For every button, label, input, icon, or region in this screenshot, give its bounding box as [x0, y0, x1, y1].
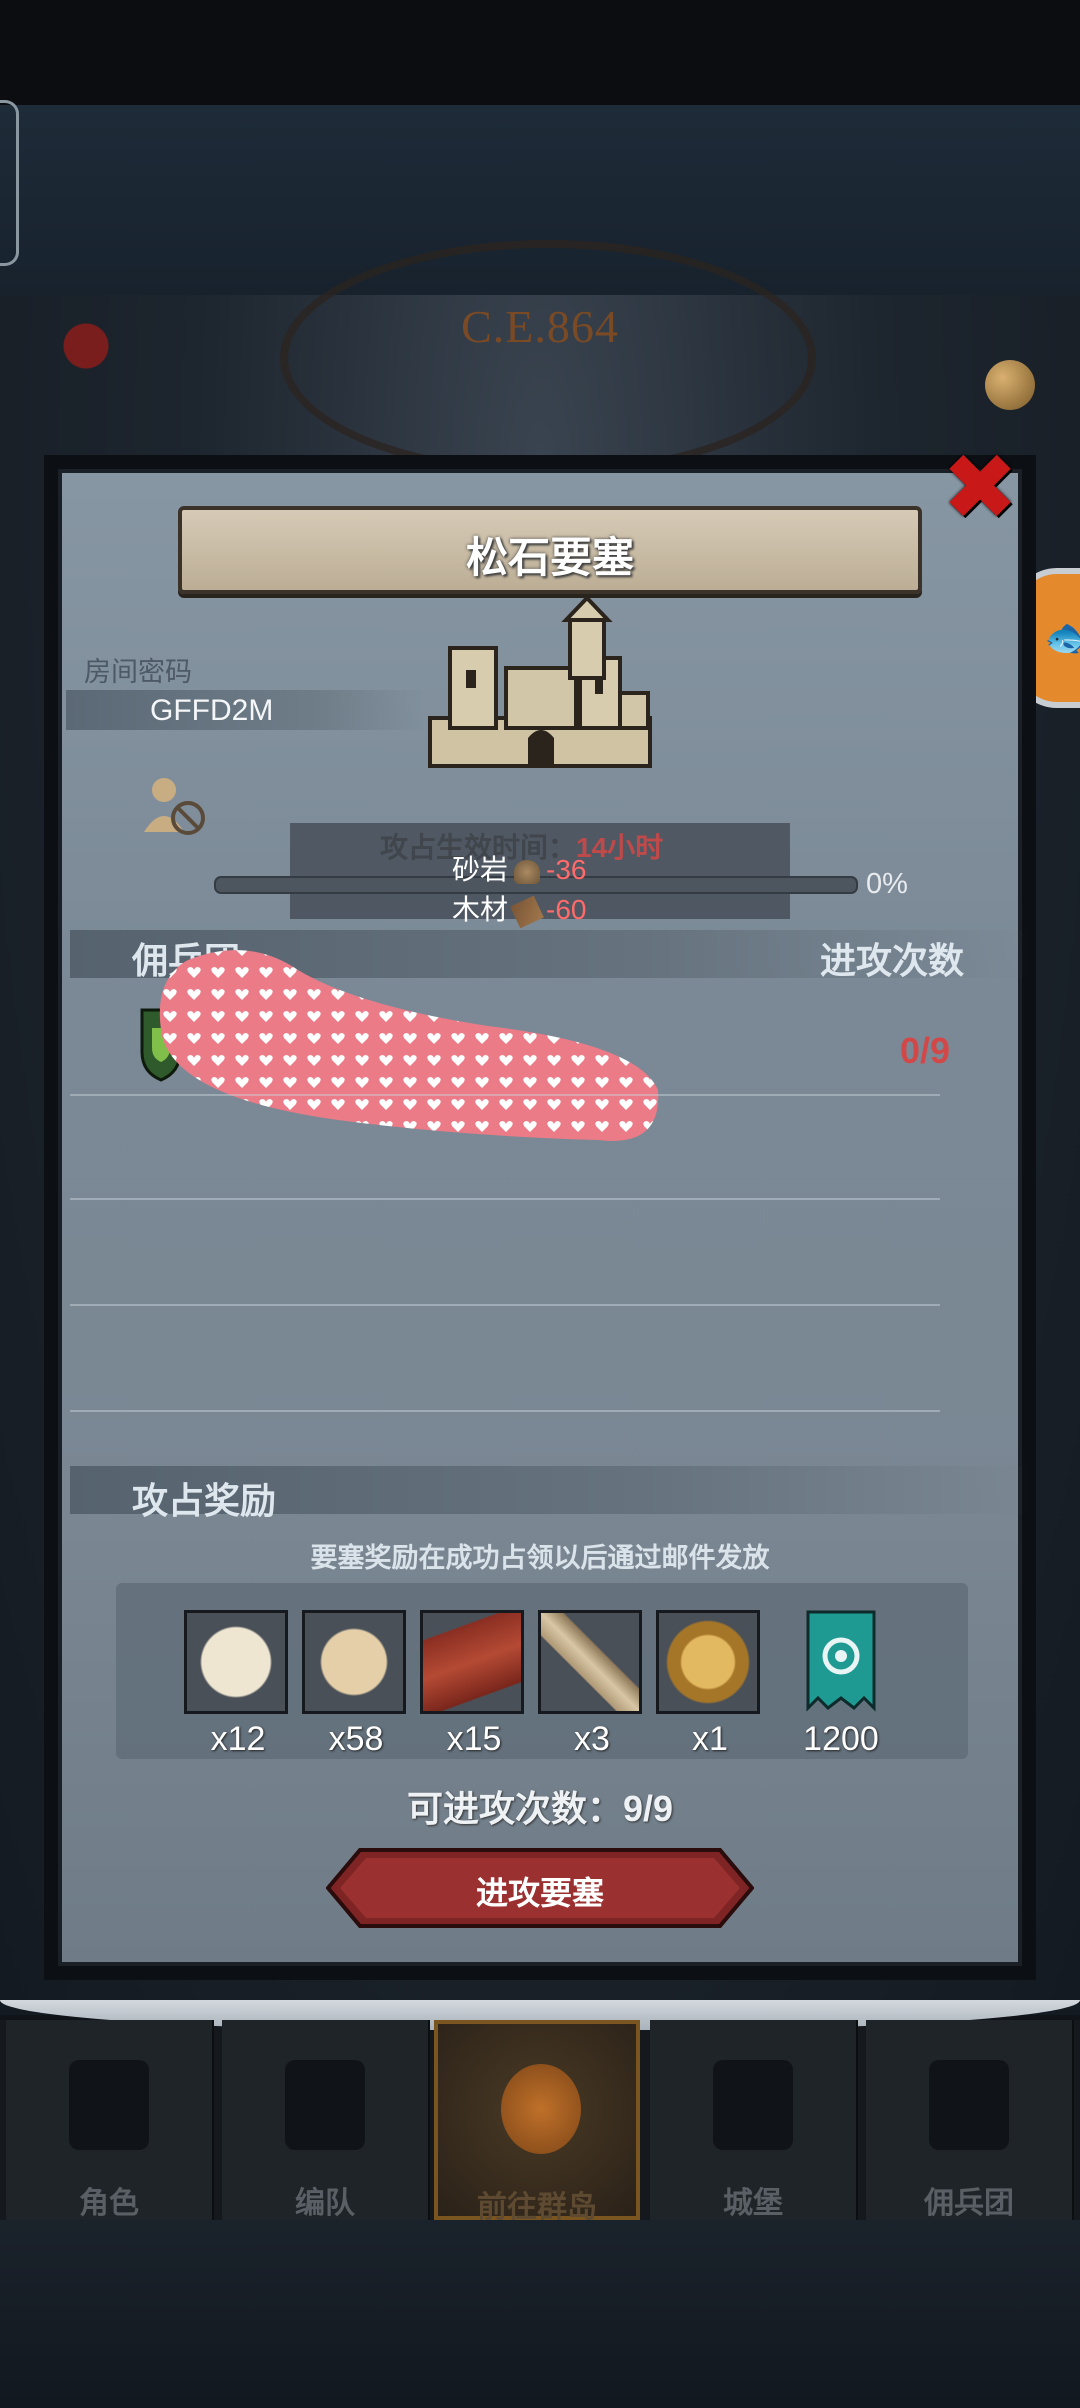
no-user-icon	[144, 778, 205, 835]
reward-item[interactable]: x58	[302, 1610, 410, 1759]
banner-icon	[806, 1610, 876, 1712]
character-icon	[69, 2060, 149, 2150]
attack-times-text: 可进攻次数：9/9	[406, 1788, 674, 1829]
nav-mercenary[interactable]: 佣兵团	[866, 2020, 1074, 2220]
bottom-area	[0, 2220, 1080, 2408]
rewards-heading: 攻占奖励	[132, 1480, 277, 1521]
nav-formation[interactable]: 编队	[222, 2020, 430, 2220]
resource-row-wood: 木材 -60	[452, 888, 586, 928]
row-divider	[70, 1094, 940, 1096]
helmet-medal-icon	[656, 1610, 760, 1714]
attack-fortress-button[interactable]: 进攻要塞	[326, 1848, 754, 1928]
reward-qty: x12	[210, 1720, 266, 1758]
castle-icon	[428, 598, 652, 768]
nav-castle[interactable]: 城堡	[650, 2020, 858, 2220]
wood-planks-icon	[420, 1610, 524, 1714]
row-divider	[70, 1410, 940, 1412]
nav-label: 城堡	[723, 2187, 783, 2220]
reward-item[interactable]: x12	[184, 1610, 292, 1759]
side-tab-left[interactable]	[0, 100, 19, 266]
reward-qty: x3	[574, 1720, 610, 1758]
calendar-dial	[280, 240, 816, 476]
resource-value: -36	[546, 854, 587, 885]
formation-icon	[285, 2060, 365, 2150]
resource-row-sandstone: 砂岩 -36	[452, 848, 586, 888]
row-divider	[70, 1304, 940, 1306]
room-code[interactable]: GFFD2M	[150, 694, 273, 728]
year-label: C.E.864	[461, 301, 619, 352]
nav-character[interactable]: 角色	[6, 2020, 214, 2220]
horn-icon	[538, 1610, 642, 1714]
nav-label: 编队	[295, 2187, 355, 2220]
fish-icon: 🐟	[1044, 616, 1080, 660]
islands-icon	[501, 2064, 581, 2154]
reward-qty: x15	[446, 1720, 502, 1758]
progress-percent: 0%	[866, 868, 908, 900]
resource-value: -60	[546, 894, 587, 925]
dialog-title: 松石要塞	[465, 534, 634, 581]
reward-qty: x1	[692, 1720, 728, 1758]
attack-count-value: 0/9	[900, 1030, 951, 1071]
row-divider	[70, 1198, 940, 1200]
reward-item[interactable]: x1	[656, 1610, 764, 1759]
rewards-note: 要塞奖励在成功占领以后通过邮件发放	[310, 1543, 770, 1573]
wreath-ornament	[20, 310, 130, 400]
hide-icon	[302, 1610, 406, 1714]
reward-item[interactable]: x15	[420, 1610, 528, 1759]
reward-item[interactable]: x3	[538, 1610, 646, 1759]
nav-label: 佣兵团	[924, 2187, 1014, 2220]
wood-icon	[510, 895, 544, 928]
attack-button-label: 进攻要塞	[475, 1875, 604, 1911]
reward-qty: 1200	[803, 1720, 879, 1758]
attack-count-heading: 进攻次数	[820, 940, 965, 981]
mercenary-icon	[929, 2060, 1009, 2150]
nav-label: 角色	[79, 2187, 139, 2220]
sandstone-icon	[514, 859, 541, 884]
fur-icon	[184, 1610, 288, 1714]
resource-name: 木材	[452, 894, 509, 925]
room-password-label: 房间密码	[84, 657, 192, 687]
redaction-sticker	[159, 950, 659, 1141]
title-banner: 松石要塞	[178, 506, 922, 594]
castle-nav-icon	[713, 2060, 793, 2150]
reward-qty: x58	[328, 1720, 384, 1758]
status-area	[0, 0, 1080, 105]
capture-time-value: 14小时	[576, 832, 664, 863]
close-button[interactable]: ✖	[940, 442, 1020, 534]
nav-islands[interactable]: 前往群岛	[434, 2020, 640, 2224]
resource-name: 砂岩	[452, 854, 509, 885]
bell-ornament	[985, 360, 1035, 410]
reward-item[interactable]: 1200	[786, 1610, 896, 1759]
